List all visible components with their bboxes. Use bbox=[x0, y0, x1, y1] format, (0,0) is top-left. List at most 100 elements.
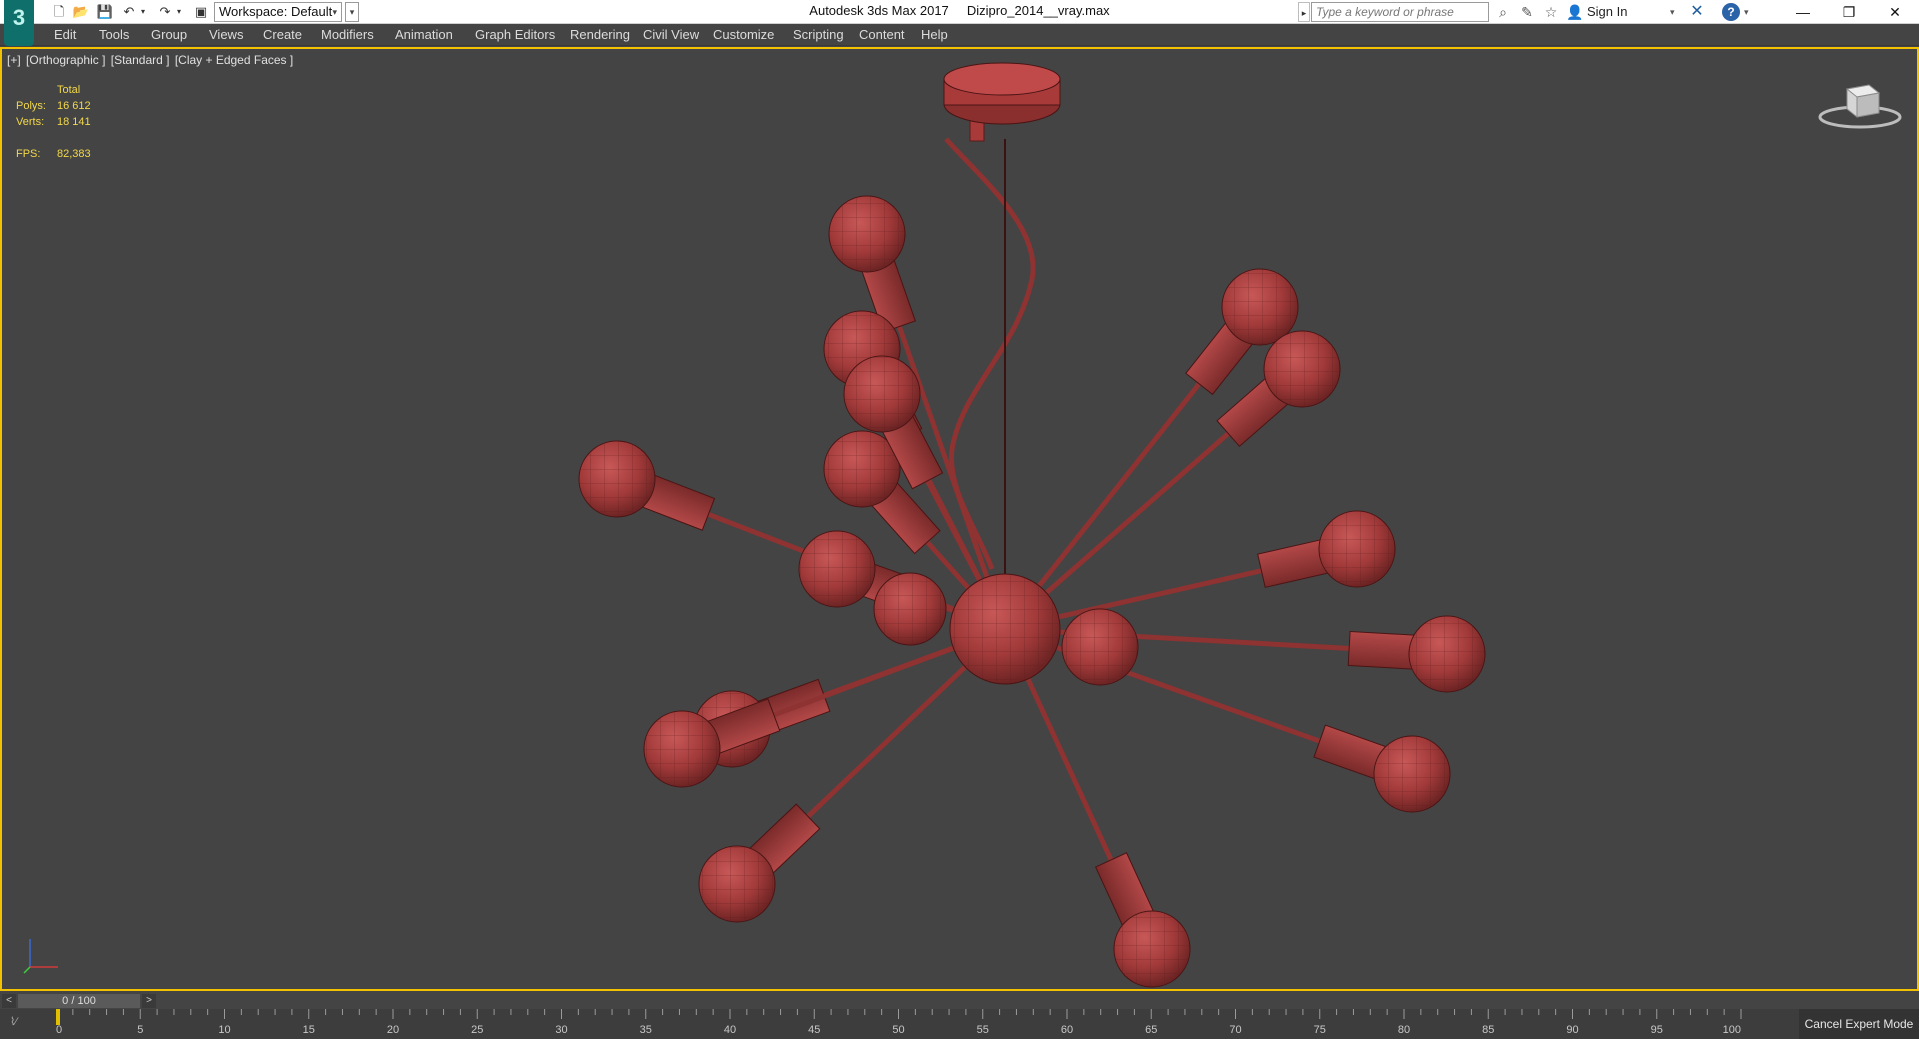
sign-in-button[interactable]: Sign In bbox=[1587, 3, 1627, 21]
ruler-label: 0 bbox=[56, 1024, 62, 1036]
chandelier-model[interactable] bbox=[2, 49, 1917, 989]
cancel-expert-mode-button[interactable]: Cancel Expert Mode bbox=[1799, 1009, 1919, 1039]
ruler-label: 30 bbox=[555, 1024, 567, 1036]
current-frame-marker[interactable] bbox=[56, 1009, 60, 1025]
quick-access-more-icon[interactable]: ▾ bbox=[345, 2, 359, 22]
verts-value: 18 141 bbox=[57, 116, 91, 128]
viewport-label[interactable]: [+] [Orthographic ] [Standard ] [Clay + … bbox=[7, 53, 295, 67]
open-file-icon[interactable]: 📂 bbox=[72, 3, 90, 21]
project-icon[interactable]: ▣ bbox=[192, 3, 210, 21]
menu-tools[interactable]: Tools bbox=[99, 24, 129, 46]
menu-scripting[interactable]: Scripting bbox=[793, 24, 844, 46]
ruler-label: 35 bbox=[640, 1024, 652, 1036]
menu-content[interactable]: Content bbox=[859, 24, 905, 46]
orthographic-viewport[interactable]: [+] [Orthographic ] [Standard ] [Clay + … bbox=[0, 47, 1919, 991]
menu-animation[interactable]: Animation bbox=[395, 24, 453, 46]
undo-dropdown-icon[interactable]: ▾ bbox=[138, 3, 148, 21]
viewport-shading-menu[interactable]: [Clay + Edged Faces ] bbox=[175, 53, 293, 67]
menu-customize[interactable]: Customize bbox=[713, 24, 774, 46]
file-name: Dizipro_2014__vray.max bbox=[966, 3, 1110, 18]
ruler-label: 50 bbox=[892, 1024, 904, 1036]
menu-views[interactable]: Views bbox=[209, 24, 243, 46]
ruler-label: 95 bbox=[1651, 1024, 1663, 1036]
bulb-facets bbox=[1319, 511, 1395, 587]
ruler-label: 85 bbox=[1482, 1024, 1494, 1036]
redo-icon[interactable]: ↷ bbox=[156, 3, 174, 21]
polys-value: 16 612 bbox=[57, 100, 91, 112]
exchange-apps-icon[interactable]: ✕ bbox=[1686, 3, 1708, 21]
time-next-button[interactable]: > bbox=[142, 994, 156, 1008]
polys-label: Polys: bbox=[16, 100, 46, 112]
close-icon[interactable]: ✕ bbox=[1872, 0, 1918, 24]
bulb-facets bbox=[1114, 911, 1190, 987]
new-file-icon[interactable]: 🗋 bbox=[50, 3, 68, 21]
viewcube-icon[interactable] bbox=[1817, 79, 1903, 139]
ruler-label: 40 bbox=[724, 1024, 736, 1036]
fps-label: FPS: bbox=[16, 148, 41, 160]
time-prev-button[interactable]: < bbox=[2, 994, 16, 1008]
menu-edit[interactable]: Edit bbox=[54, 24, 76, 46]
redo-dropdown-icon[interactable]: ▾ bbox=[174, 3, 184, 21]
bulb-facets bbox=[644, 711, 720, 787]
search-expand-icon[interactable]: ▸ bbox=[1298, 2, 1310, 22]
app-name: Autodesk 3ds Max 2017 bbox=[809, 3, 949, 18]
ruler-label: 20 bbox=[387, 1024, 399, 1036]
bulb-facets bbox=[844, 356, 920, 432]
ruler-label: 60 bbox=[1061, 1024, 1073, 1036]
workspace-label: Workspace: Default bbox=[219, 4, 333, 19]
menu-rendering[interactable]: Rendering bbox=[570, 24, 630, 46]
ruler-label: 80 bbox=[1398, 1024, 1410, 1036]
help-icon[interactable]: ? bbox=[1722, 3, 1740, 21]
axis-tripod-icon bbox=[23, 939, 58, 974]
title-bar: 3 🗋 📂 💾 ↶ ▾ ↷ ▾ ▣ Workspace: Default ▾ ▾… bbox=[0, 0, 1919, 46]
menu-help[interactable]: Help bbox=[921, 24, 948, 46]
center-hub bbox=[873, 572, 1139, 686]
viewport-point-of-view-menu[interactable]: [Orthographic ] bbox=[26, 53, 105, 67]
ruler-label: 25 bbox=[471, 1024, 483, 1036]
ruler-label: 15 bbox=[303, 1024, 315, 1036]
ruler-label: 90 bbox=[1566, 1024, 1578, 1036]
search-input[interactable]: Type a keyword or phrase bbox=[1311, 2, 1489, 22]
ruler-label: 45 bbox=[808, 1024, 820, 1036]
binoculars-icon[interactable]: ⌕ bbox=[1494, 3, 1512, 21]
chevron-down-icon[interactable]: ▾ bbox=[1744, 3, 1749, 21]
chevron-down-icon[interactable]: ▾ bbox=[1670, 3, 1675, 21]
minimize-icon[interactable]: — bbox=[1780, 0, 1826, 24]
3ds-max-window: 3 🗋 📂 💾 ↶ ▾ ↷ ▾ ▣ Workspace: Default ▾ ▾… bbox=[0, 0, 1919, 1039]
bulb-facets bbox=[829, 196, 905, 272]
favorites-star-icon[interactable]: ☆ bbox=[1542, 3, 1560, 21]
ruler-label: 70 bbox=[1229, 1024, 1241, 1036]
time-slider[interactable]: 0 / 100 bbox=[18, 994, 140, 1008]
chevron-down-icon: ▾ bbox=[332, 7, 337, 17]
communication-center-icon[interactable]: ✎ bbox=[1518, 3, 1536, 21]
viewport-general-menu[interactable]: [+] bbox=[7, 53, 21, 67]
ruler-label: 5 bbox=[137, 1024, 143, 1036]
restore-icon[interactable]: ❐ bbox=[1826, 0, 1872, 24]
viewport-standard-menu[interactable]: [Standard ] bbox=[111, 53, 170, 67]
menu-create[interactable]: Create bbox=[263, 24, 302, 46]
ruler-label: 100 bbox=[1723, 1024, 1741, 1036]
verts-label: Verts: bbox=[16, 116, 45, 128]
fps-value: 82,383 bbox=[57, 148, 91, 160]
menu-group[interactable]: Group bbox=[151, 24, 187, 46]
ruler-label: 75 bbox=[1314, 1024, 1326, 1036]
menu-bar: Edit Tools Group Views Create Modifiers … bbox=[0, 24, 1919, 46]
time-slider-bar: < 0 / 100 > bbox=[0, 993, 1919, 1009]
bulb-facets bbox=[799, 531, 875, 607]
ruler-label: 10 bbox=[218, 1024, 230, 1036]
user-icon[interactable]: 👤 bbox=[1566, 3, 1584, 21]
stats-header: Total bbox=[57, 84, 81, 96]
save-icon[interactable]: 💾 bbox=[96, 3, 114, 21]
app-logo-icon[interactable]: 3 bbox=[4, 0, 34, 46]
menu-modifiers[interactable]: Modifiers bbox=[321, 24, 374, 46]
bulb-facets bbox=[579, 441, 655, 517]
frame-ruler[interactable]: 0 5 10 15 20 25 30 35 40 45 50 55 60 65 70 75 80 85 90 95 10… bbox=[56, 1009, 1746, 1039]
ruler-label: 55 bbox=[977, 1024, 989, 1036]
undo-icon[interactable]: ↶ bbox=[120, 3, 138, 21]
bulb-facets bbox=[699, 846, 775, 922]
track-bar: ⌇∕ 0 5 10 15 20 25 30 35 40 45 50 55 60 65 70 75 80 85 90 9… bbox=[0, 1009, 1919, 1039]
workspace-select[interactable]: Workspace: Default ▾ bbox=[214, 2, 342, 22]
menu-graph-editors[interactable]: Graph Editors bbox=[475, 24, 555, 46]
mini-curve-editor-icon[interactable]: ⌇∕ bbox=[10, 1015, 38, 1031]
menu-civil-view[interactable]: Civil View bbox=[643, 24, 699, 46]
